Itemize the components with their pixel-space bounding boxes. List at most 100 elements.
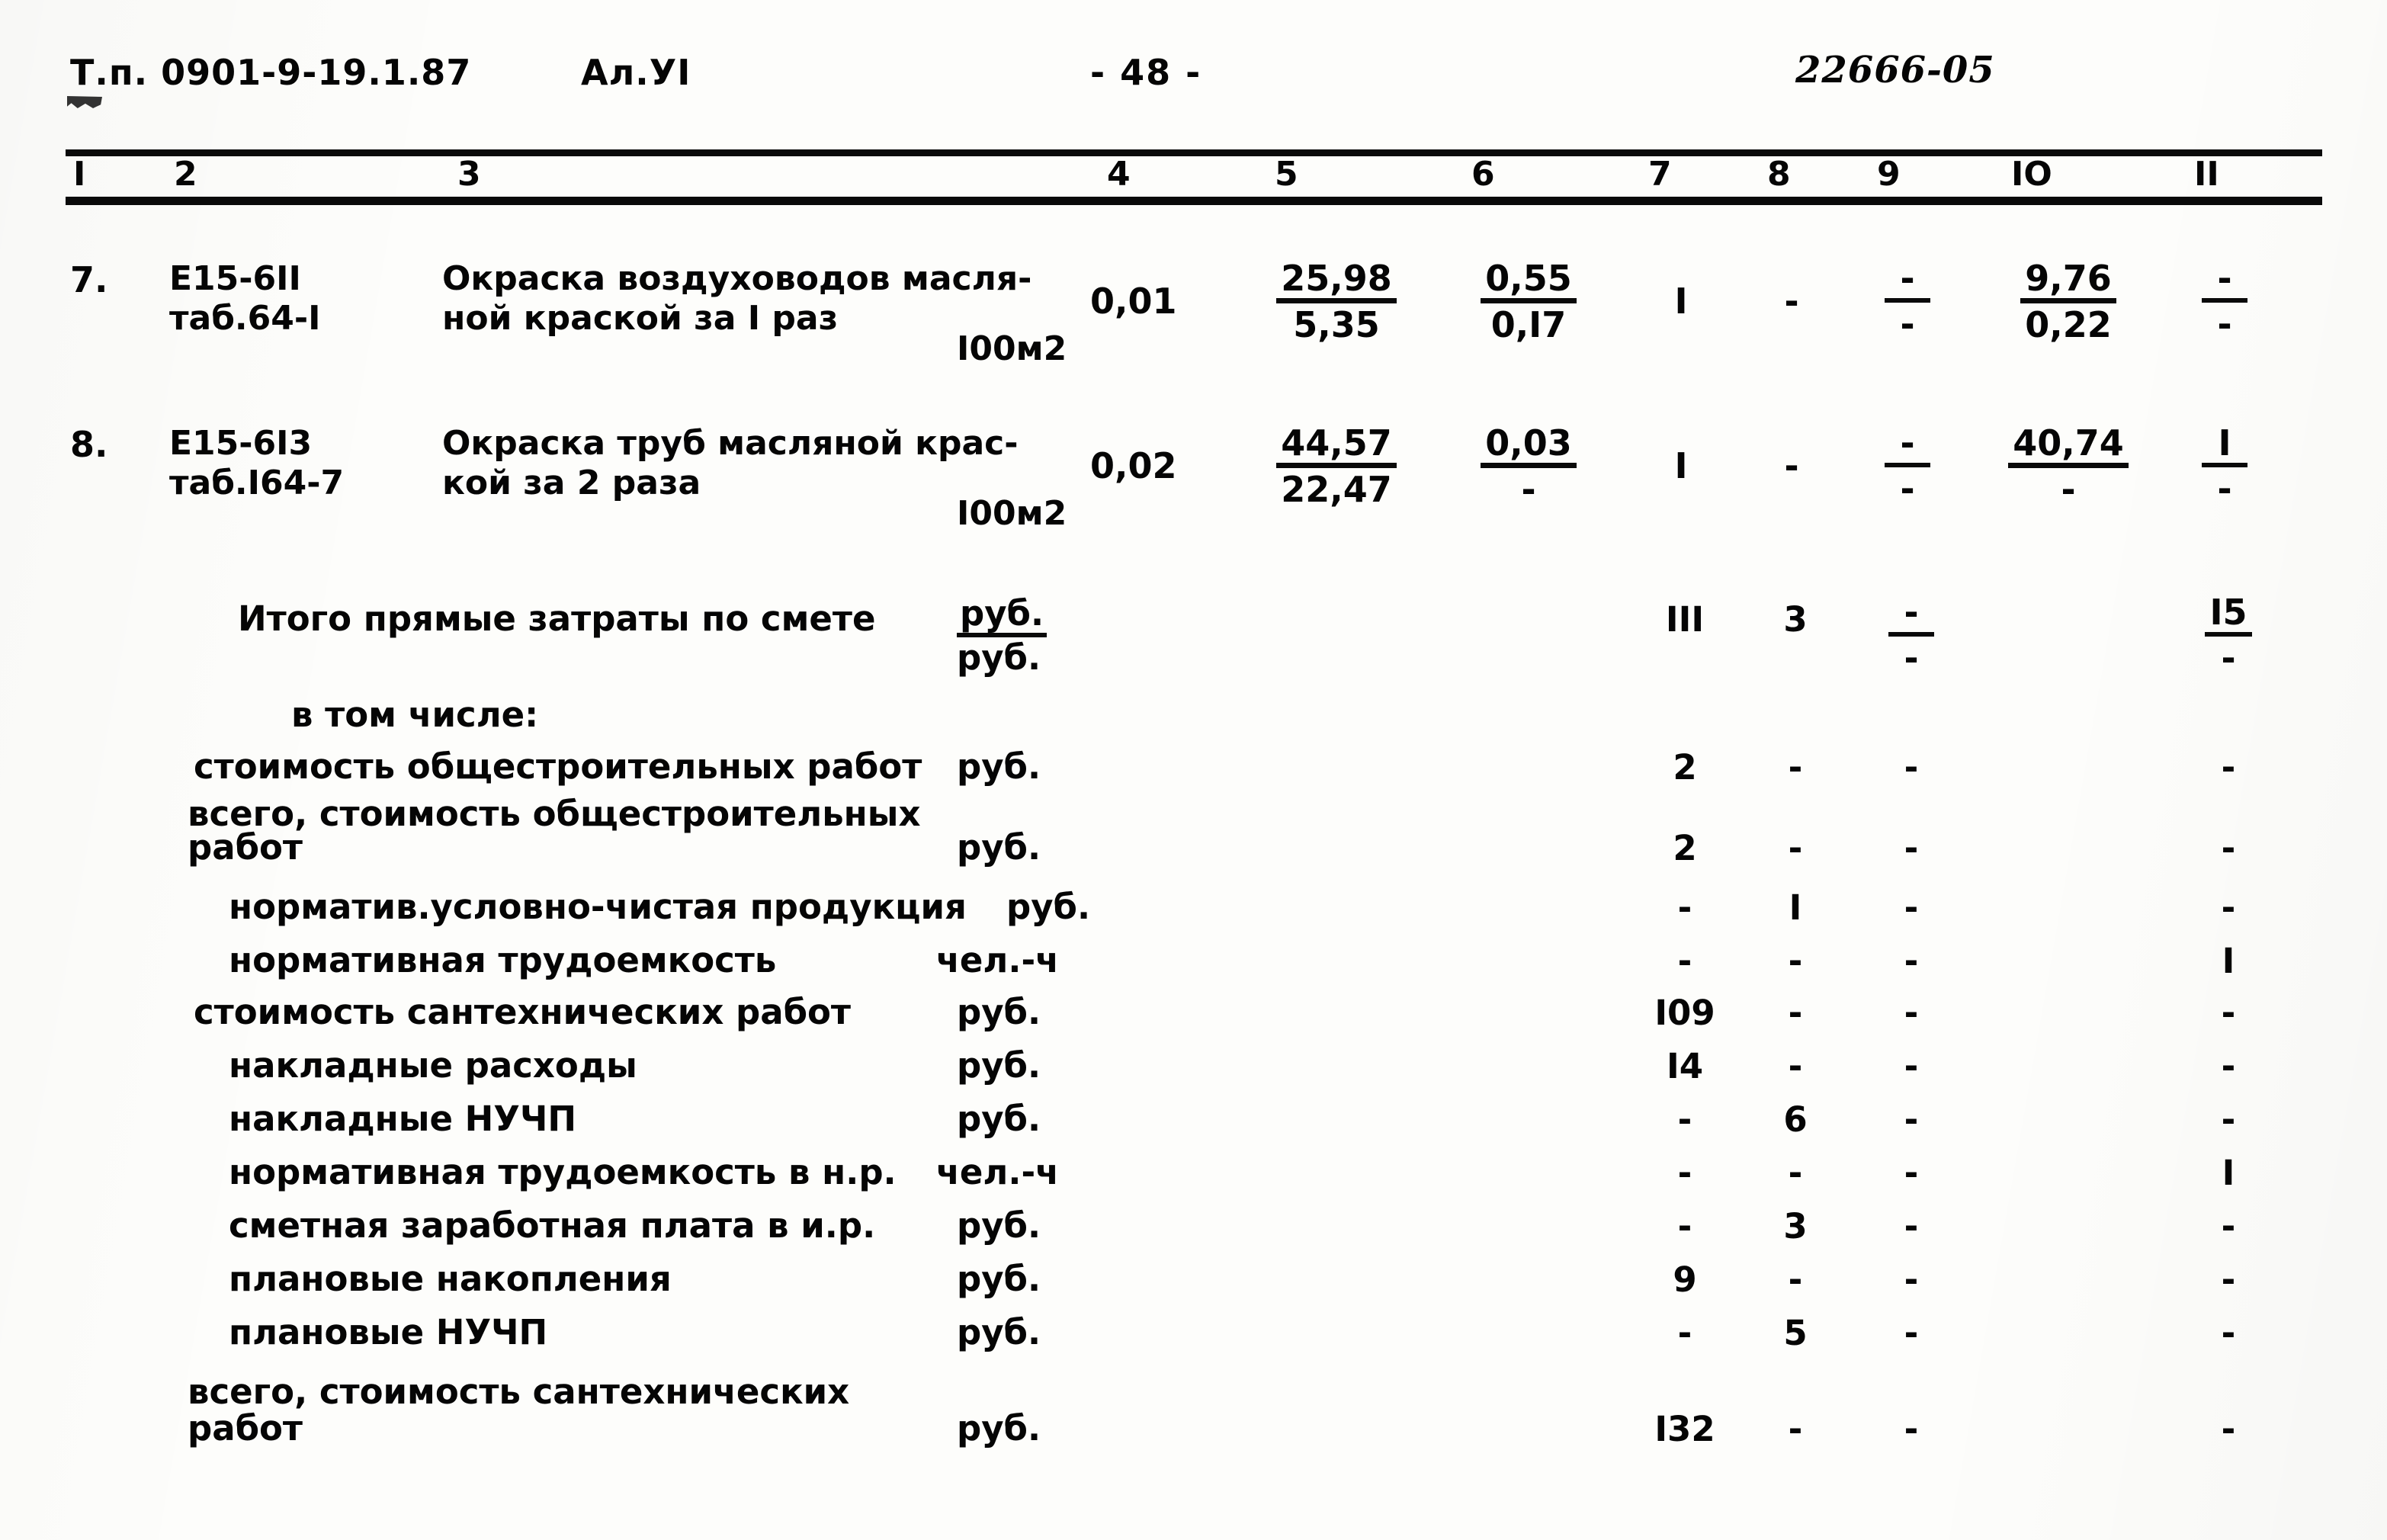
col9-numerator: - [1885, 259, 1930, 303]
col11-numerator: I [2202, 424, 2247, 467]
column-header-9: 9 [1877, 155, 1901, 194]
breakdown-col7: I4 [1666, 1046, 1704, 1086]
breakdown-unit: руб. [957, 1312, 1041, 1352]
totals-col9-numerator: - [1888, 593, 1934, 637]
row-col7: I [1674, 445, 1688, 486]
breakdown-col11: - [2221, 1046, 2236, 1086]
breakdown-col7: I09 [1654, 993, 1715, 1033]
breakdown-col7: - [1677, 1206, 1692, 1246]
row-col8: - [1784, 281, 1799, 322]
totals-col8: 3 [1783, 599, 1808, 640]
breakdown-col11: - [2221, 993, 2236, 1033]
breakdown-col8: 6 [1783, 1099, 1808, 1140]
column-header-6: 6 [1471, 155, 1495, 194]
breakdown-unit: чел.-ч [936, 1152, 1060, 1192]
row-norm-code: Е15-6II таб.64-I [169, 259, 398, 338]
row-number: 7. [70, 259, 108, 300]
col10-numerator: 9,76 [2020, 259, 2116, 303]
scan-smudge-mark [67, 96, 102, 108]
col11-denominator: - [2217, 468, 2232, 509]
breakdown-col11: - [2221, 887, 2236, 928]
breakdown-col9: - [1904, 747, 1919, 788]
col10-numerator: 40,74 [2008, 424, 2129, 468]
breakdown-col9: - [1904, 1259, 1919, 1300]
norm-code-line1: Е15-6I3 [169, 424, 313, 463]
col10-denominator: 0,22 [2025, 304, 2112, 345]
breakdown-col9: - [1904, 828, 1919, 868]
row-col7: I [1674, 281, 1688, 322]
breakdown-col7: 2 [1673, 747, 1697, 788]
breakdown-col8: - [1788, 1153, 1803, 1193]
row-col10: 40,74 - [1988, 424, 2148, 508]
col6-denominator: - [1521, 469, 1536, 510]
breakdown-col11: - [2221, 828, 2236, 868]
totals-col9-denominator: - [1904, 637, 1919, 679]
type-project-code: Т.п. 0901-9-19.1.87 [70, 52, 472, 93]
breakdown-col11: I [2222, 941, 2235, 981]
col10-fraction: 40,74 - [2008, 424, 2129, 508]
breakdown-label-line2: работ [188, 827, 303, 868]
row-col6: 0,55 0,I7 [1452, 259, 1605, 343]
row-quantity: 0,02 [1090, 445, 1177, 486]
breakdown-label: норматив.условно-чистая продукция [229, 887, 967, 927]
breakdown-col8: 3 [1783, 1206, 1808, 1246]
table-header-rule [66, 197, 2322, 205]
breakdown-unit: руб. [957, 992, 1041, 1032]
row-col8: - [1784, 445, 1799, 486]
col5-numerator: 25,98 [1276, 259, 1397, 303]
breakdown-label: сметная заработная плата в и.р. [229, 1205, 876, 1246]
breakdown-col7: - [1677, 1313, 1692, 1353]
column-header-7: 7 [1648, 155, 1672, 194]
totals-col11-denominator: - [2221, 637, 2236, 679]
breakdown-unit: руб. [957, 1205, 1041, 1246]
col11-numerator: - [2202, 259, 2247, 303]
col5-denominator: 22,47 [1281, 469, 1392, 510]
column-header-2: 2 [174, 155, 197, 194]
totals-title: Итого прямые затраты по смете [238, 598, 876, 639]
row-quantity: 0,01 [1090, 281, 1177, 322]
row-number: 8. [70, 424, 108, 465]
column-header-11: II [2194, 155, 2219, 194]
column-header-10: IO [2011, 155, 2052, 194]
breakdown-col7: - [1677, 941, 1692, 981]
breakdown-col8: - [1788, 941, 1803, 981]
breakdown-label: всего, стоимость сантехнических [188, 1372, 850, 1412]
totals-col9-fraction: - - [1888, 593, 1934, 676]
breakdown-col7: I32 [1654, 1409, 1715, 1449]
col6-numerator: 0,03 [1481, 424, 1577, 468]
breakdown-col7: 9 [1673, 1259, 1697, 1300]
col11-fraction: I - [2202, 424, 2247, 507]
col9-denominator: - [1900, 303, 1915, 345]
breakdown-label: стоимость сантехнических работ [194, 992, 852, 1032]
breakdown-unit: руб. [957, 1045, 1041, 1086]
totals-subheading: в том числе: [291, 695, 539, 735]
breakdown-unit: руб. [957, 1099, 1041, 1139]
norm-code-line2: таб.64-I [169, 299, 321, 338]
page-number: - 48 - [1090, 52, 1202, 93]
breakdown-col7: - [1677, 1099, 1692, 1140]
col5-numerator: 44,57 [1276, 424, 1397, 468]
col6-fraction: 0,55 0,I7 [1481, 259, 1577, 343]
breakdown-label: накладные НУЧП [229, 1099, 577, 1139]
breakdown-col8: - [1788, 1409, 1803, 1449]
breakdown-col11: - [2221, 1409, 2236, 1449]
column-number-strip: I 2 3 4 5 6 7 8 9 IO II [0, 155, 2387, 197]
breakdown-col11: - [2221, 1259, 2236, 1300]
breakdown-col8: - [1788, 828, 1803, 868]
col5-fraction: 25,98 5,35 [1276, 259, 1397, 343]
breakdown-unit: руб. [957, 827, 1041, 868]
column-header-8: 8 [1767, 155, 1791, 194]
totals-col9: - - [1854, 593, 1968, 679]
scanned-page: Т.п. 0901-9-19.1.87 Ал.УI - 48 - 22666-0… [0, 0, 2387, 1540]
row-col11: I - [2171, 424, 2278, 507]
column-header-3: 3 [457, 155, 481, 194]
breakdown-label: нормативная трудоемкость [229, 940, 777, 980]
breakdown-col9: - [1904, 1313, 1919, 1353]
col11-fraction: - - [2202, 259, 2247, 342]
col9-fraction: - - [1885, 424, 1930, 507]
breakdown-col8: - [1788, 1046, 1803, 1086]
breakdown-label: плановые накопления [229, 1259, 672, 1299]
breakdown-col9: - [1904, 1153, 1919, 1193]
col6-numerator: 0,55 [1481, 259, 1577, 303]
col9-denominator: - [1900, 468, 1915, 509]
